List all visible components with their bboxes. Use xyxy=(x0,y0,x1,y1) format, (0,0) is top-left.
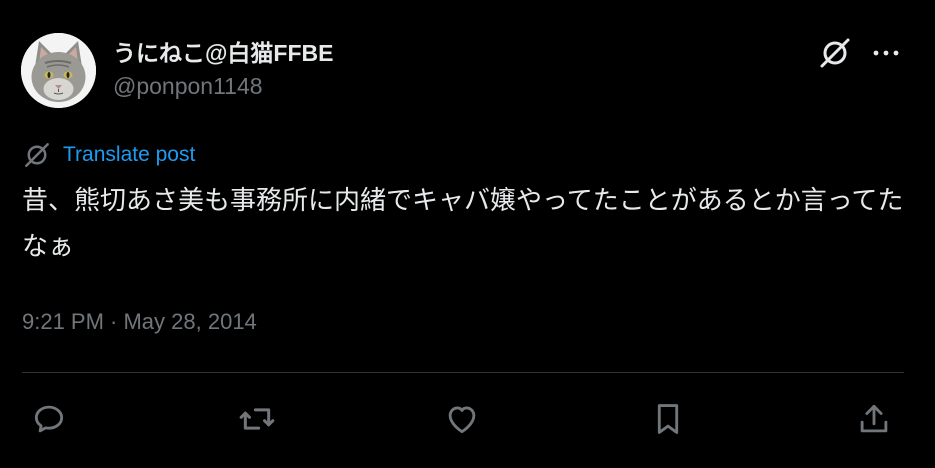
repost-icon xyxy=(239,408,275,430)
more-options-button[interactable] xyxy=(866,33,906,73)
translate-label: Translate post xyxy=(63,143,196,166)
grok-icon xyxy=(820,38,850,68)
like-icon xyxy=(448,406,476,434)
bookmark-button[interactable] xyxy=(646,397,690,441)
like-button[interactable] xyxy=(440,397,484,441)
timestamp[interactable]: 9:21 PM · May 28, 2014 xyxy=(22,309,257,335)
share-icon xyxy=(860,404,888,433)
post-text: 昔、熊切あさ美も事務所に内緒でキャバ嬢やってたことがあるとか言ってたなぁ xyxy=(22,186,904,262)
bookmark-icon xyxy=(657,404,679,434)
repost-button[interactable] xyxy=(235,397,279,441)
grok-button[interactable] xyxy=(815,33,855,73)
grok-icon xyxy=(25,143,49,167)
share-button[interactable] xyxy=(852,397,896,441)
more-icon xyxy=(873,50,899,56)
display-name[interactable]: うにねこ@白猫FFBE xyxy=(113,34,333,68)
divider xyxy=(22,372,904,373)
avatar[interactable] xyxy=(21,33,96,108)
cat-avatar-image xyxy=(21,33,96,108)
reply-button[interactable] xyxy=(27,397,71,441)
reply-icon xyxy=(34,405,64,433)
user-handle[interactable]: @ponpon1148 xyxy=(113,73,263,100)
translate-post-link[interactable]: Translate post xyxy=(23,141,195,169)
